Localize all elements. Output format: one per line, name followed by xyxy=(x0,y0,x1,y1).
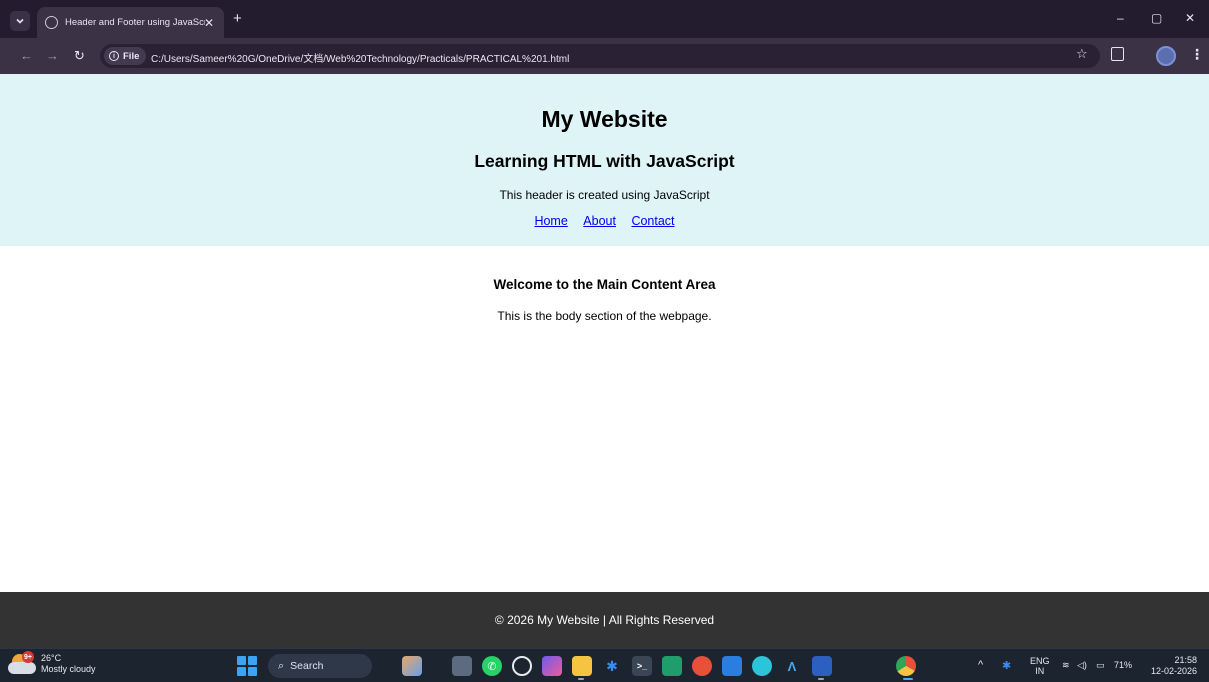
notification-badge: 9+ xyxy=(22,651,34,663)
active-tab[interactable]: Header and Footer using JavaScript ✕ xyxy=(37,7,224,38)
tab-search-button[interactable] xyxy=(10,11,30,31)
clock-date: 12-02-2026 xyxy=(1150,666,1197,676)
info-icon: i xyxy=(109,51,119,61)
omnibox[interactable]: i File C:/Users/Sameer%20G/OneDrive/文档/W… xyxy=(100,44,1100,68)
taskbar-search[interactable]: ⌕ Search xyxy=(268,654,372,678)
nav-link-contact[interactable]: Contact xyxy=(631,214,674,228)
edge-icon[interactable] xyxy=(752,656,772,676)
nav-link-about[interactable]: About xyxy=(583,214,616,228)
search-label: Search xyxy=(290,660,324,672)
browser-tab-bar: Header and Footer using JavaScript ✕ + –… xyxy=(0,0,1209,38)
chatgpt-icon[interactable] xyxy=(512,656,532,676)
language-code: ENG xyxy=(1030,656,1050,666)
copilot-icon[interactable] xyxy=(542,656,562,676)
weather-widget[interactable]: 9+ 26°C Mostly cloudy xyxy=(8,651,96,675)
region-code: IN xyxy=(1035,666,1045,676)
page-header: My Website Learning HTML with JavaScript… xyxy=(0,74,1209,246)
reload-icon[interactable]: ↻ xyxy=(74,48,85,64)
site-subtitle: Learning HTML with JavaScript xyxy=(474,151,735,171)
minimize-button[interactable]: – xyxy=(1117,11,1124,25)
partly-cloudy-icon: 9+ xyxy=(8,651,36,675)
vscode-icon[interactable] xyxy=(722,656,742,676)
site-info-chip[interactable]: i File xyxy=(104,47,147,65)
whatsapp-icon[interactable]: ✆ xyxy=(482,656,502,676)
header-nav: Home About Contact xyxy=(0,214,1209,228)
chevron-down-icon xyxy=(16,18,24,24)
chevron-up-icon[interactable]: ^ xyxy=(978,659,983,671)
back-arrow-icon[interactable]: ← xyxy=(20,48,33,63)
main-text: This is the body section of the webpage. xyxy=(497,309,712,323)
word-icon[interactable] xyxy=(812,656,832,676)
task-view-icon[interactable] xyxy=(452,656,472,676)
address-bar-row: ← → ↻ i File C:/Users/Sameer%20G/OneDriv… xyxy=(0,38,1209,74)
battery-icon[interactable]: ▭ xyxy=(1096,660,1105,671)
app-a-icon[interactable]: Λ xyxy=(782,656,802,676)
search-icon: ⌕ xyxy=(278,659,285,672)
main-heading: Welcome to the Main Content Area xyxy=(493,277,716,292)
file-explorer-icon[interactable] xyxy=(572,656,592,676)
tab-title: Header and Footer using JavaScript xyxy=(65,17,205,28)
volume-icon[interactable]: ◁) xyxy=(1077,660,1087,671)
globe-icon xyxy=(45,16,58,29)
system-clock[interactable]: 21:58 12-02-2026 xyxy=(1145,655,1197,677)
url-text[interactable]: C:/Users/Sameer%20G/OneDrive/文档/Web%20Te… xyxy=(151,50,569,65)
copilot-app-icon[interactable] xyxy=(402,656,422,676)
weather-temperature: 26°C xyxy=(41,653,62,663)
running-indicator xyxy=(578,678,584,680)
photos-icon[interactable] xyxy=(662,656,682,676)
bluetooth-icon[interactable]: ✱ xyxy=(602,656,622,676)
clock-time: 21:58 xyxy=(1174,655,1197,665)
header-note: This header is created using JavaScript xyxy=(499,188,710,202)
windows-start-icon[interactable] xyxy=(237,656,257,676)
footer-text: © 2026 My Website | All Rights Reserved xyxy=(494,613,715,627)
site-title: My Website xyxy=(541,106,668,132)
profile-avatar[interactable] xyxy=(1156,46,1176,66)
close-tab-icon[interactable]: ✕ xyxy=(204,16,214,30)
weather-condition: Mostly cloudy xyxy=(41,664,96,674)
forward-arrow-icon[interactable]: → xyxy=(46,48,59,63)
restore-button[interactable]: ▢ xyxy=(1151,11,1162,25)
close-window-button[interactable]: ✕ xyxy=(1185,11,1195,25)
page-footer: © 2026 My Website | All Rights Reserved xyxy=(0,592,1209,648)
active-indicator xyxy=(903,678,913,680)
windows-taskbar: 9+ 26°C Mostly cloudy ⌕ Search ✆ ✱ >_ Λ … xyxy=(0,648,1209,682)
terminal-icon[interactable]: >_ xyxy=(632,656,652,676)
battery-percent: 71% xyxy=(1114,660,1133,670)
browser-menu-icon[interactable]: ⋮ xyxy=(1190,46,1204,63)
bookmark-star-icon[interactable]: ☆ xyxy=(1076,46,1088,62)
new-tab-button[interactable]: + xyxy=(233,10,242,27)
tray-bluetooth-icon[interactable]: ✱ xyxy=(1002,659,1011,672)
language-indicator[interactable]: ENG IN xyxy=(1030,656,1050,676)
extensions-icon[interactable] xyxy=(1111,47,1124,61)
wifi-icon[interactable]: ≋ xyxy=(1062,660,1070,671)
running-indicator xyxy=(818,678,824,680)
chrome-icon[interactable] xyxy=(692,656,712,676)
chrome-active-icon[interactable] xyxy=(896,656,916,676)
file-label: File xyxy=(123,50,140,62)
nav-link-home[interactable]: Home xyxy=(534,214,567,228)
